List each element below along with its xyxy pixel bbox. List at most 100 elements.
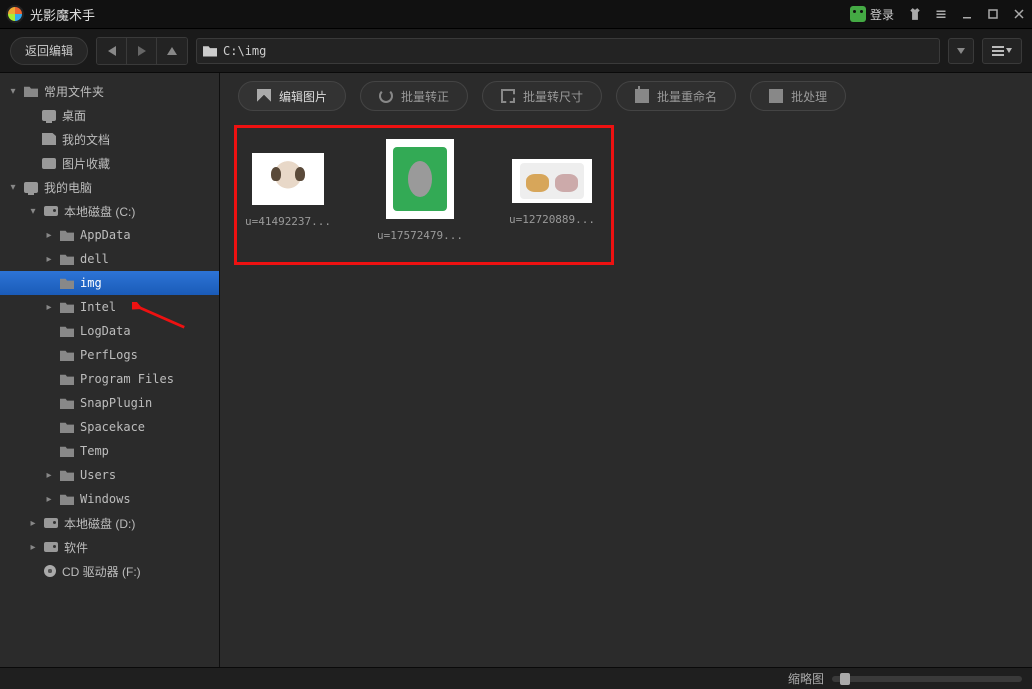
tree-mypc-header[interactable]: ▾ 我的电脑 [0, 175, 219, 199]
status-bar: 缩略图 [0, 667, 1032, 689]
collapse-icon: ▾ [8, 86, 18, 97]
shirt-icon [908, 7, 922, 21]
tree-folder-item[interactable]: ▸LogData [0, 319, 219, 343]
tree-fav-item[interactable]: 图片收藏 [0, 151, 219, 175]
folder-icon [60, 469, 74, 481]
path-text: C:\img [223, 44, 266, 58]
app-logo-icon [6, 5, 24, 23]
tree-drive-f[interactable]: ▸ CD 驱动器 (F:) [0, 559, 219, 583]
edit-icon [257, 89, 271, 103]
drive-icon [44, 518, 58, 528]
batch-resize-button[interactable]: 批量转尺寸 [482, 81, 602, 111]
tree-folder-item[interactable]: ▸Program Files [0, 367, 219, 391]
thumbnail-item[interactable]: u=12720889... [502, 133, 602, 242]
thumbnail-image [252, 153, 324, 205]
tree-folder-item[interactable]: ▸PerfLogs [0, 343, 219, 367]
rotate-icon [379, 89, 393, 103]
action-row: 编辑图片 批量转正 批量转尺寸 批量重命名 批处理 [220, 73, 1032, 119]
resize-icon [501, 89, 515, 103]
expand-icon: ▸ [28, 518, 38, 529]
drive-icon [44, 206, 58, 216]
menu-icon [935, 8, 947, 20]
skin-button[interactable] [902, 2, 928, 26]
computer-icon [24, 182, 38, 193]
thumbnail-image [512, 159, 592, 203]
batch-rotate-button[interactable]: 批量转正 [360, 81, 468, 111]
folder-icon [24, 85, 38, 97]
tree-fav-item[interactable]: 桌面 [0, 103, 219, 127]
tree-drive-d[interactable]: ▸ 本地磁盘 (D:) [0, 511, 219, 535]
minimize-icon [961, 8, 973, 20]
path-bar[interactable]: C:\img [196, 38, 940, 64]
tree-favorites-header[interactable]: ▾ 常用文件夹 [0, 79, 219, 103]
tree-folder-item[interactable]: ▸Spacekace [0, 415, 219, 439]
nav-cluster [96, 37, 188, 65]
minimize-button[interactable] [954, 2, 980, 26]
app-title: 光影魔术手 [30, 5, 95, 24]
disc-icon [44, 565, 56, 577]
rename-icon [635, 89, 649, 103]
tree-drive-c[interactable]: ▾ 本地磁盘 (C:) [0, 199, 219, 223]
expand-icon: ▸ [44, 230, 54, 241]
login-button[interactable]: 登录 [842, 4, 902, 25]
tree-fav-item[interactable]: 我的文档 [0, 127, 219, 151]
menu-button[interactable] [928, 2, 954, 26]
tree-drive-soft[interactable]: ▸ 软件 [0, 535, 219, 559]
nav-back-button[interactable] [97, 38, 127, 64]
batch-rename-button[interactable]: 批量重命名 [616, 81, 736, 111]
expand-icon: ▸ [44, 470, 54, 481]
chevron-down-icon [1006, 48, 1012, 53]
thumb-size-slider[interactable] [832, 676, 1022, 682]
folder-icon [60, 445, 74, 457]
view-options-button[interactable] [982, 38, 1022, 64]
tree-folder-item[interactable]: ▸img [0, 271, 219, 295]
picfav-icon [42, 158, 56, 169]
batch-icon [769, 89, 783, 103]
expand-icon: ▸ [44, 254, 54, 265]
close-icon [1013, 8, 1025, 20]
batch-process-button[interactable]: 批处理 [750, 81, 846, 111]
thumbnail-image [386, 139, 454, 219]
edit-image-button[interactable]: 编辑图片 [238, 81, 346, 111]
triangle-right-icon [138, 46, 146, 56]
chevron-down-icon [957, 48, 965, 54]
expand-icon: ▸ [44, 494, 54, 505]
slider-knob[interactable] [840, 673, 850, 685]
thumb-size-label: 缩略图 [788, 670, 824, 687]
folder-icon [60, 397, 74, 409]
folder-tree: ▾ 常用文件夹 桌面我的文档图片收藏 ▾ 我的电脑 ▾ 本地磁盘 (C:) ▸A… [0, 73, 220, 667]
back-to-edit-button[interactable]: 返回编辑 [10, 37, 88, 65]
tree-folder-item[interactable]: ▸Users [0, 463, 219, 487]
close-button[interactable] [1006, 2, 1032, 26]
thumbnail-item[interactable]: u=41492237... [238, 133, 338, 242]
tree-folder-item[interactable]: ▸AppData [0, 223, 219, 247]
folder-icon [60, 301, 74, 313]
folder-icon [60, 349, 74, 361]
nav-forward-button[interactable] [127, 38, 157, 64]
folder-icon [60, 373, 74, 385]
folder-icon [60, 253, 74, 265]
maximize-icon [987, 8, 999, 20]
thumbnail-item[interactable]: u=17572479... [370, 133, 470, 242]
thumbnail-label: u=41492237... [245, 215, 331, 228]
drive-icon [44, 542, 58, 552]
collapse-icon: ▾ [28, 206, 38, 217]
nav-up-button[interactable] [157, 38, 187, 64]
maximize-button[interactable] [980, 2, 1006, 26]
nav-toolbar: 返回编辑 C:\img [0, 29, 1032, 73]
folder-icon [203, 45, 217, 57]
tree-folder-item[interactable]: ▸Intel [0, 295, 219, 319]
folder-icon [60, 493, 74, 505]
thumbnail-label: u=12720889... [509, 213, 595, 226]
folder-icon [60, 421, 74, 433]
tree-folder-item[interactable]: ▸dell [0, 247, 219, 271]
folder-icon [60, 229, 74, 241]
tree-folder-item[interactable]: ▸Windows [0, 487, 219, 511]
tree-folder-item[interactable]: ▸SnapPlugin [0, 391, 219, 415]
thumbnail-label: u=17572479... [377, 229, 463, 242]
folder-icon [60, 277, 74, 289]
title-bar: 光影魔术手 登录 [0, 0, 1032, 29]
tree-folder-item[interactable]: ▸Temp [0, 439, 219, 463]
path-dropdown-button[interactable] [948, 38, 974, 64]
triangle-left-icon [108, 46, 116, 56]
